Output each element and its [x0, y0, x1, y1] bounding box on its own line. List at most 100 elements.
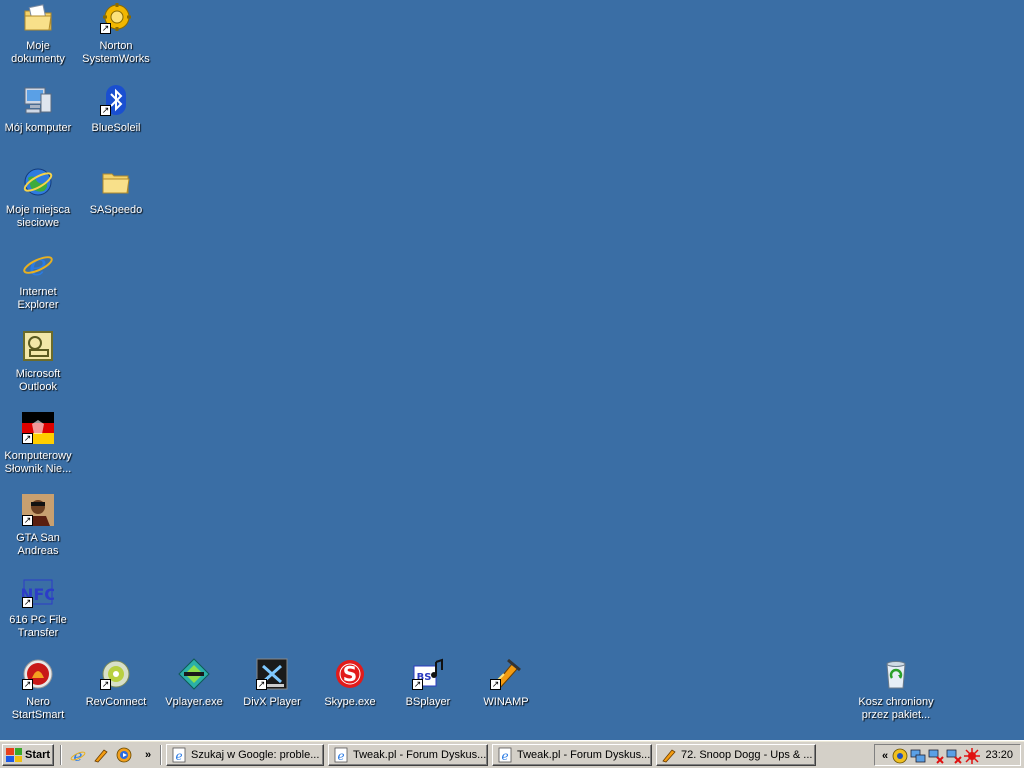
shortcut-arrow-icon: ↗ [100, 105, 111, 116]
desktop-icon-bsplayer[interactable]: BS ↗ BSplayer [390, 658, 466, 709]
taskbar-task-button[interactable]: e Tweak.pl - Forum Dyskus... [492, 744, 652, 766]
nero-icon: ↗ [22, 658, 54, 690]
windows-logo-icon [6, 748, 22, 762]
quicklaunch-media-player-icon[interactable] [116, 747, 132, 763]
my-computer-icon [22, 84, 54, 116]
desktop-icon-label: BlueSoleil [91, 122, 141, 134]
task-label: Szukaj w Google: proble... [191, 749, 320, 761]
quicklaunch-more-button[interactable]: » [140, 747, 156, 763]
desktop-icon-network-places[interactable]: Moje miejsca sieciowe [0, 166, 76, 230]
svg-text:e: e [501, 749, 508, 763]
desktop-icon-skype[interactable]: S Skype.exe [312, 658, 388, 709]
desktop-icon-saspeedo[interactable]: SASpeedo [78, 166, 154, 217]
shortcut-arrow-icon: ↗ [22, 433, 33, 444]
taskbar: Start e » e Szukaj w Google: proble... e… [0, 740, 1024, 768]
desktop-icon-internet-explorer[interactable]: e Internet Explorer [0, 248, 76, 312]
tray-alert-icon[interactable] [964, 748, 980, 764]
bsplayer-icon: BS ↗ [412, 658, 444, 690]
desktop-icon-label: Nero StartSmart [11, 696, 65, 721]
desktop-icon-label: Microsoft Outlook [15, 368, 61, 393]
desktop-icon-my-documents[interactable]: Moje dokumenty [0, 2, 76, 66]
tray-expand-button[interactable]: « [877, 748, 893, 764]
desktop-icon-label: Vplayer.exe [165, 696, 223, 708]
desktop-icon-label: WINAMP [483, 696, 529, 708]
vplayer-icon [178, 658, 210, 690]
start-button[interactable]: Start [2, 744, 54, 766]
svg-text:e: e [337, 749, 344, 763]
shortcut-arrow-icon: ↗ [22, 679, 33, 690]
ie-page-icon: e [333, 747, 349, 763]
tray-network-disconnected-icon[interactable] [928, 748, 944, 764]
shortcut-arrow-icon: ↗ [256, 679, 267, 690]
shortcut-arrow-icon: ↗ [100, 23, 111, 34]
desktop-icon-label: BSplayer [405, 696, 451, 708]
desktop-icon-my-computer[interactable]: Mój komputer [0, 84, 76, 135]
desktop-icon-gta-san-andreas[interactable]: ↗ GTA San Andreas [0, 494, 76, 558]
svg-text:e: e [29, 248, 47, 280]
network-places-icon [22, 166, 54, 198]
taskbar-task-button[interactable]: e Szukaj w Google: proble... [166, 744, 324, 766]
shortcut-arrow-icon: ↗ [100, 679, 111, 690]
desktop-icon-label: Internet Explorer [17, 286, 59, 311]
desktop-icon-recycle-bin[interactable]: Kosz chroniony przez pakiet... [858, 658, 934, 722]
desktop-icon-label: Komputerowy Słownik Nie... [4, 450, 72, 475]
desktop-icon-label: Kosz chroniony przez pakiet... [858, 696, 934, 721]
desktop-icon-label: Mój komputer [4, 122, 72, 134]
tray-security-icon[interactable] [892, 748, 908, 764]
tray-network-icon[interactable] [910, 748, 926, 764]
taskbar-separator [160, 745, 162, 765]
quicklaunch-internet-explorer-icon[interactable]: e [70, 747, 86, 765]
desktop-icon-microsoft-outlook[interactable]: Microsoft Outlook [0, 330, 76, 394]
desktop-icon-label: Moje dokumenty [11, 40, 65, 65]
shortcut-arrow-icon: ↗ [22, 597, 33, 608]
dictionary-icon: ↗ [22, 412, 54, 444]
ie-page-icon: e [497, 747, 513, 763]
desktop-icon-bluesoleil[interactable]: ↗ BlueSoleil [78, 84, 154, 135]
desktop-icon-label: Norton SystemWorks [82, 40, 150, 65]
task-label: 72. Snoop Dogg - Ups & ... [681, 749, 813, 761]
desktop-icon-revconnect[interactable]: ↗ RevConnect [78, 658, 154, 709]
revconnect-icon: ↗ [100, 658, 132, 690]
my-documents-icon [22, 2, 54, 34]
desktop-icon-vplayer[interactable]: Vplayer.exe [156, 658, 232, 709]
bluetooth-icon: ↗ [100, 84, 132, 116]
desktop-icon-label: Moje miejsca sieciowe [5, 204, 71, 229]
taskbar-task-button[interactable]: 72. Snoop Dogg - Ups & ... [656, 744, 816, 766]
norton-systemworks-icon: ↗ [100, 2, 132, 34]
quicklaunch-winamp-icon[interactable] [93, 747, 109, 763]
desktop-icon-norton-systemworks[interactable]: ↗ Norton SystemWorks [78, 2, 154, 66]
desktop: Moje dokumenty ↗ Norton SystemWorks Mój … [0, 0, 1024, 740]
desktop-icon-label: SASpeedo [89, 204, 143, 216]
tray-network-disconnected-icon[interactable] [946, 748, 962, 764]
shortcut-arrow-icon: ↗ [412, 679, 423, 690]
taskbar-separator [60, 745, 62, 765]
desktop-icon-label: DivX Player [243, 696, 301, 708]
desktop-icon-label: RevConnect [85, 696, 147, 708]
folder-icon [100, 166, 132, 198]
divx-icon: ↗ [256, 658, 288, 690]
winamp-icon [661, 747, 677, 763]
system-tray: « 23:20 [874, 744, 1021, 766]
outlook-icon [22, 330, 54, 362]
desktop-icon-winamp[interactable]: ↗ WINAMP [468, 658, 544, 709]
skype-icon: S [334, 658, 366, 690]
winamp-icon: ↗ [490, 658, 522, 690]
desktop-icon-divx-player[interactable]: ↗ DivX Player [234, 658, 310, 709]
desktop-icon-label: 616 PC File Transfer [9, 614, 67, 639]
ie-page-icon: e [171, 747, 187, 763]
task-label: Tweak.pl - Forum Dyskus... [517, 749, 651, 761]
desktop-icon-616-pc-file-transfer[interactable]: NFC ↗ 616 PC File Transfer [0, 576, 76, 640]
recycle-bin-icon [880, 658, 912, 690]
svg-text:e: e [175, 749, 182, 763]
desktop-icon-komputerowy-slownik[interactable]: ↗ Komputerowy Słownik Nie... [0, 412, 76, 476]
file-transfer-icon: NFC ↗ [20, 576, 56, 608]
start-label: Start [25, 749, 51, 761]
tray-clock[interactable]: 23:20 [985, 749, 1013, 761]
desktop-icon-label: GTA San Andreas [16, 532, 60, 557]
taskbar-task-button[interactable]: e Tweak.pl - Forum Dyskus... [328, 744, 488, 766]
svg-text:S: S [343, 662, 357, 686]
internet-explorer-icon: e [22, 248, 54, 283]
desktop-icon-label: Skype.exe [324, 696, 376, 708]
desktop-icon-nero-startsmart[interactable]: ↗ Nero StartSmart [0, 658, 76, 722]
shortcut-arrow-icon: ↗ [490, 679, 501, 690]
